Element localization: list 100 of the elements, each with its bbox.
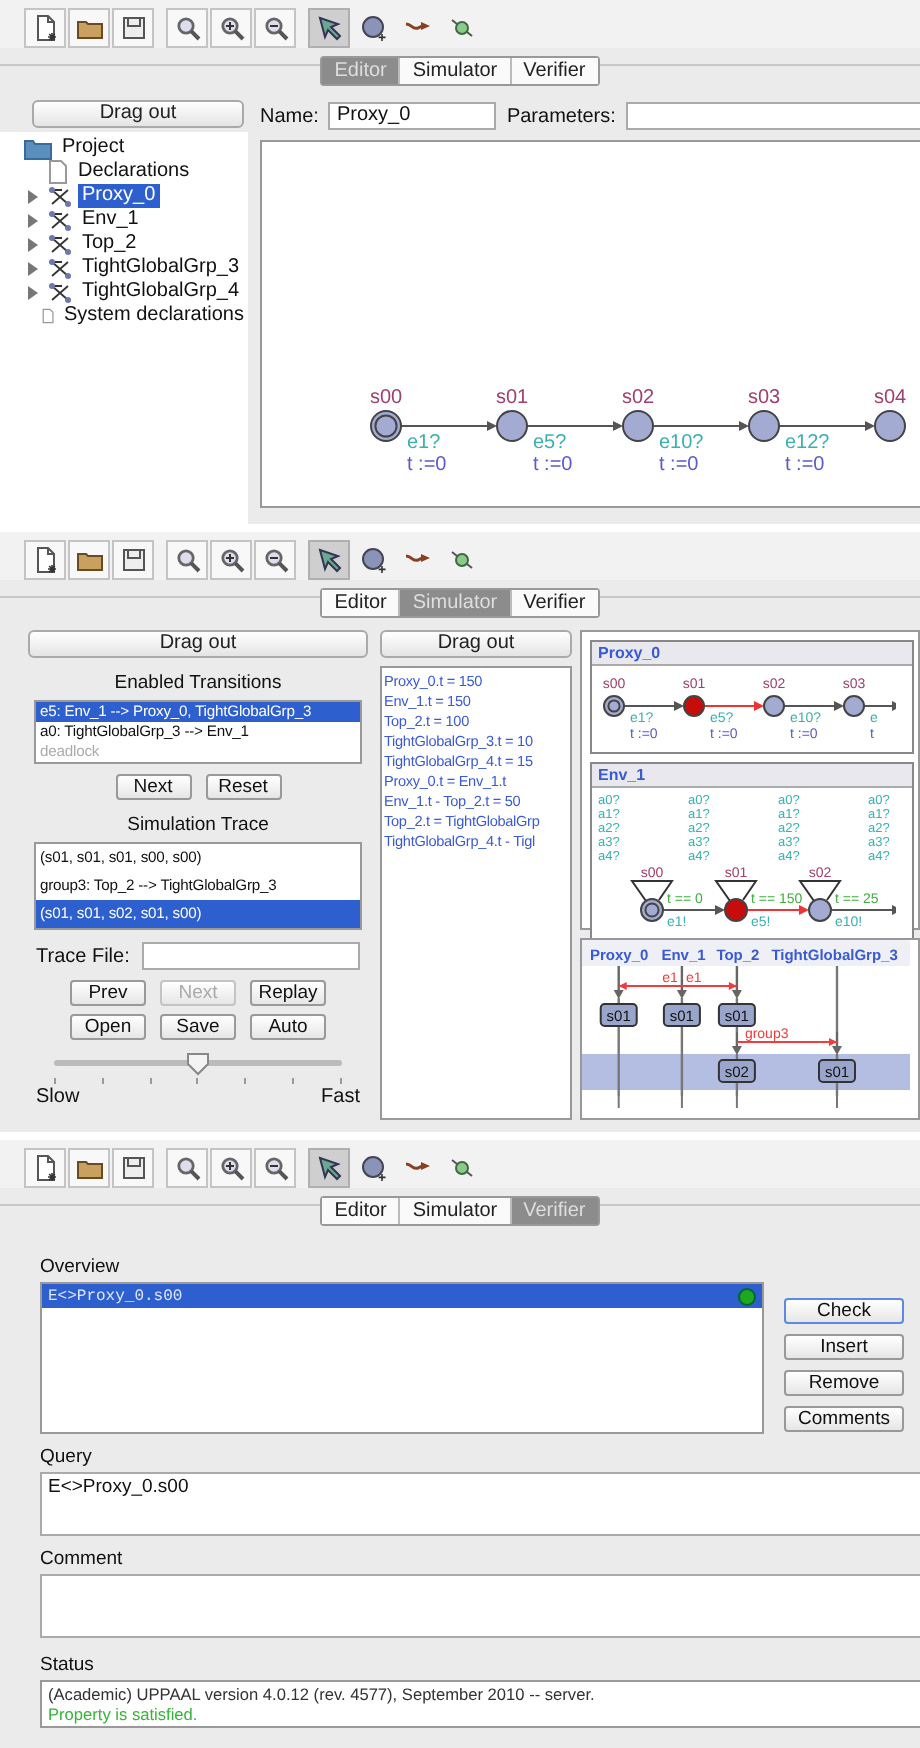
tree-item[interactable]: System declarations — [59, 304, 248, 328]
zoom-in-icon — [217, 1153, 245, 1181]
select-tool-button[interactable] — [308, 7, 350, 47]
network-graph-icon — [48, 233, 72, 255]
document-icon — [48, 160, 68, 184]
zoom-button[interactable] — [166, 7, 208, 47]
process-title: Proxy_0 — [592, 642, 912, 666]
network-graph-icon — [48, 257, 72, 279]
tree-item[interactable]: Project — [58, 136, 129, 160]
circle-icon — [359, 545, 387, 573]
status-message: Property is satisfied. — [48, 1704, 200, 1724]
zoom-button[interactable] — [166, 539, 208, 579]
trace-button[interactable]: Replay — [250, 980, 326, 1006]
comment-field[interactable] — [40, 1574, 920, 1638]
name-field[interactable]: Proxy_0 — [328, 102, 497, 130]
query-item[interactable]: E<>Proxy_0.s00 — [42, 1284, 762, 1308]
zoom-out-icon — [261, 545, 289, 573]
trace-button[interactable]: Open — [70, 1014, 146, 1040]
open-button[interactable] — [68, 539, 110, 579]
slider-min-label: Slow — [36, 1086, 80, 1108]
update-label: t :=0 — [407, 454, 447, 476]
open-button[interactable] — [68, 7, 110, 47]
slider-thumb[interactable] — [186, 1052, 210, 1076]
location-name: s03 — [747, 387, 781, 409]
nail-dot-icon — [447, 1153, 475, 1181]
tab[interactable]: Verifier — [509, 58, 598, 84]
location-name: s01 — [495, 387, 529, 409]
tree-item[interactable]: Top_2 — [78, 232, 141, 256]
step-button[interactable]: Reset — [205, 774, 281, 800]
save-button[interactable] — [112, 7, 154, 47]
tree-item[interactable]: TightGlobalGrp_3 — [78, 256, 244, 280]
zoom-out-button[interactable] — [254, 539, 296, 579]
save-button[interactable] — [112, 539, 154, 579]
disclosure-triangle-icon[interactable] — [26, 189, 40, 203]
nail-dot-icon — [447, 545, 475, 573]
new-file-icon — [31, 1153, 59, 1181]
step-button[interactable]: Next — [115, 774, 191, 800]
zoom-out-button[interactable] — [254, 7, 296, 47]
disclosure-triangle-icon[interactable] — [26, 213, 40, 227]
search-icon — [173, 1153, 201, 1181]
trace-file-field[interactable] — [141, 942, 360, 970]
comment-label: Comment — [40, 1548, 125, 1570]
status-message: (Academic) UPPAAL version 4.0.12 (rev. 4577), September 2010 -- server. — [48, 1684, 597, 1704]
select-tool-button[interactable] — [308, 1147, 350, 1187]
disclosure-triangle-icon[interactable] — [26, 285, 40, 299]
query-field[interactable]: E<>Proxy_0.s00 — [40, 1472, 920, 1536]
tree-item[interactable]: Proxy_0 — [78, 184, 160, 208]
sync-label: e5? — [533, 432, 567, 454]
save-button[interactable] — [112, 1147, 154, 1187]
zoom-out-icon — [261, 13, 289, 41]
open-button[interactable] — [68, 1147, 110, 1187]
search-icon — [173, 13, 201, 41]
new-file-icon — [31, 13, 59, 41]
trace-button[interactable]: Prev — [70, 980, 146, 1006]
status-label: Status — [40, 1654, 96, 1676]
cursor-arrow-icon — [315, 1153, 343, 1181]
new-file-icon — [31, 545, 59, 573]
overview-label: Overview — [40, 1256, 122, 1278]
new-file-button[interactable] — [24, 1147, 66, 1187]
zoom-in-button[interactable] — [210, 539, 252, 579]
zoom-button[interactable] — [166, 1147, 208, 1187]
drag-out-button[interactable]: Drag out — [28, 630, 368, 658]
drag-out-button[interactable]: Drag out — [32, 100, 244, 128]
tree-item[interactable]: TightGlobalGrp_4 — [78, 280, 244, 304]
document-icon — [41, 304, 54, 328]
tab[interactable]: Verifier — [509, 590, 598, 616]
update-label: t :=0 — [533, 454, 573, 476]
tree-item[interactable]: Env_1 — [78, 208, 143, 232]
network-graph-icon — [48, 209, 72, 231]
verifier-button[interactable]: Insert — [784, 1334, 904, 1360]
zoom-in-icon — [217, 13, 245, 41]
speed-slider[interactable] — [54, 1052, 342, 1084]
name-label: Name: — [260, 105, 319, 127]
drag-out-button[interactable]: Drag out — [380, 630, 572, 658]
section-title: Simulation Trace — [127, 814, 269, 836]
zoom-out-button[interactable] — [254, 1147, 296, 1187]
zoom-out-icon — [261, 1153, 289, 1181]
update-label: t :=0 — [659, 454, 699, 476]
zoom-in-button[interactable] — [210, 1147, 252, 1187]
verifier-button[interactable]: Remove — [784, 1370, 904, 1396]
verifier-button[interactable]: Comments — [784, 1406, 904, 1432]
trace-button[interactable]: Save — [160, 1014, 236, 1040]
circle-icon — [359, 13, 387, 41]
zoom-in-button[interactable] — [210, 7, 252, 47]
verifier-button[interactable]: Check — [784, 1298, 904, 1324]
disclosure-triangle-icon[interactable] — [26, 237, 40, 251]
parameters-field[interactable] — [625, 102, 920, 130]
network-graph-icon — [48, 185, 72, 207]
new-file-button[interactable] — [24, 539, 66, 579]
message-arrow — [735, 1038, 838, 1046]
tree-item[interactable]: Declarations — [74, 160, 194, 184]
location-name: s00 — [369, 387, 403, 409]
trace-button[interactable]: Auto — [250, 1014, 326, 1040]
query-label: Query — [40, 1446, 94, 1468]
folder-icon — [24, 137, 52, 159]
process-title: Env_1 — [592, 764, 912, 788]
parameters-label: Parameters: — [506, 105, 616, 127]
disclosure-triangle-icon[interactable] — [26, 261, 40, 275]
new-file-button[interactable] — [24, 7, 66, 47]
select-tool-button[interactable] — [308, 539, 350, 579]
